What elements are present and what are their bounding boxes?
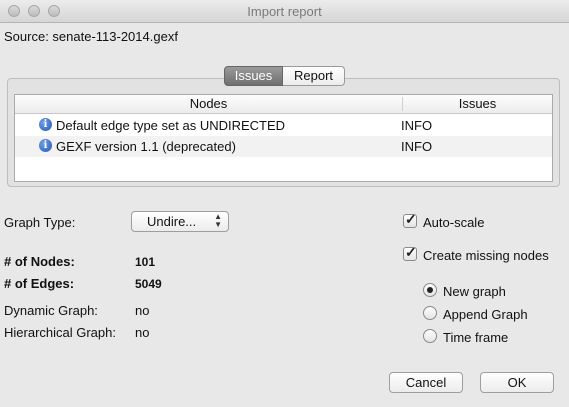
column-header-nodes[interactable]: Nodes [15,96,402,111]
source-label: Source: senate-113-2014.gexf [4,29,178,44]
tab-report[interactable]: Report [283,66,345,86]
append-graph-radio[interactable] [423,306,437,320]
info-icon: i [39,139,52,152]
create-missing-nodes-checkbox[interactable]: ✓ [403,244,417,261]
issues-table: Nodes Issues i Default edge type set as … [14,94,553,182]
graph-type-label: Graph Type: [4,215,76,230]
create-missing-nodes-label[interactable]: Create missing nodes [423,248,549,263]
issue-level: INFO [401,118,433,133]
hierarchical-graph-label: Hierarchical Graph: [4,325,116,340]
tab-issues[interactable]: Issues [224,66,283,86]
new-graph-radio[interactable] [423,283,437,297]
graph-type-value: Undire... [147,214,197,229]
nodes-count-label: # of Nodes: [4,254,75,269]
table-header: Nodes Issues [15,95,552,114]
table-row[interactable]: i GEXF version 1.1 (deprecated) INFO [15,136,552,157]
issue-level: INFO [401,139,433,154]
title-bar: Import report [0,0,569,23]
tab-bar: Issues Report [224,66,345,86]
edges-count-value: 5049 [135,277,162,291]
auto-scale-checkbox[interactable]: ✓ [403,211,417,228]
radio-dot-icon [427,287,433,293]
append-graph-label[interactable]: Append Graph [443,307,528,322]
graph-type-select[interactable]: Undire... ▲ ▼ [131,211,229,232]
dynamic-graph-value: no [135,303,150,318]
dynamic-graph-label: Dynamic Graph: [4,303,98,318]
issue-name: GEXF version 1.1 (deprecated) [56,139,236,154]
time-frame-label[interactable]: Time frame [443,330,508,345]
time-frame-radio[interactable] [423,329,437,343]
hierarchical-graph-value: no [135,325,150,340]
column-header-issues[interactable]: Issues [403,96,552,111]
info-icon: i [39,118,52,131]
chevron-updown-icon: ▲ ▼ [214,212,222,229]
edges-count-label: # of Edges: [4,276,75,291]
nodes-count-value: 101 [135,255,156,269]
checkmark-icon: ✓ [405,244,417,260]
checkmark-icon: ✓ [405,211,417,227]
ok-button[interactable]: OK [480,372,554,393]
cancel-button[interactable]: Cancel [389,372,463,393]
window-title: Import report [247,4,322,19]
new-graph-label[interactable]: New graph [443,284,506,299]
issue-name: Default edge type set as UNDIRECTED [56,118,286,133]
table-row[interactable]: i Default edge type set as UNDIRECTED IN… [15,115,552,136]
auto-scale-label[interactable]: Auto-scale [423,215,484,230]
